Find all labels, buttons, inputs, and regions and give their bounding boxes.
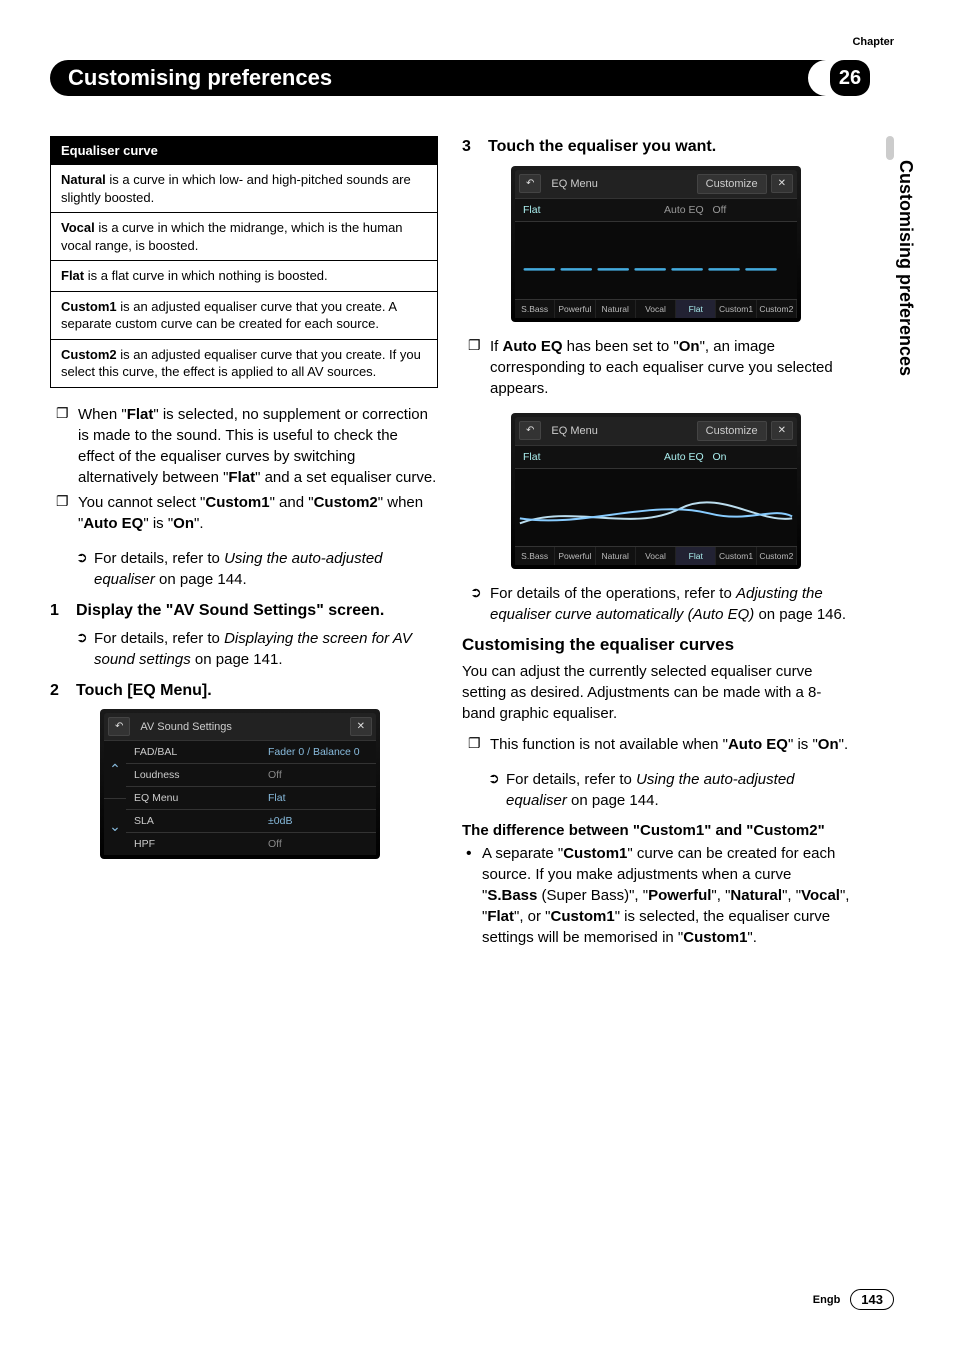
- customize-button[interactable]: Customize: [697, 174, 767, 194]
- eq-tab[interactable]: Flat: [676, 547, 716, 565]
- back-icon[interactable]: ↶: [519, 174, 541, 193]
- footer-language: Engb: [813, 1294, 841, 1306]
- note-auto-eq-on: If Auto EQ has been set to "On", an imag…: [462, 336, 850, 399]
- footer: Engb 143: [813, 1289, 894, 1310]
- eq-tab[interactable]: Vocal: [636, 547, 676, 565]
- sub-heading: The difference between "Custom1" and "Cu…: [462, 821, 850, 841]
- device-title: AV Sound Settings: [134, 721, 345, 733]
- table-row: Flat is a flat curve in which nothing is…: [51, 260, 437, 291]
- list-item[interactable]: HPFOff: [126, 832, 376, 855]
- list-item[interactable]: SLA±0dB: [126, 809, 376, 832]
- customize-button[interactable]: Customize: [697, 421, 767, 441]
- bullet-custom1-explanation: A separate "Custom1" curve can be create…: [462, 843, 850, 948]
- eq-tab[interactable]: Custom2: [757, 547, 797, 565]
- device-title: EQ Menu: [545, 178, 692, 190]
- eq-graph: [515, 468, 797, 546]
- right-column: 3 Touch the equaliser you want. ↶ EQ Men…: [462, 136, 850, 958]
- scroll-up-icon[interactable]: ⌃: [104, 740, 126, 798]
- close-icon[interactable]: ✕: [771, 174, 793, 193]
- list-item[interactable]: EQ MenuFlat: [126, 786, 376, 809]
- auto-eq-toggle[interactable]: Auto EQ Off: [656, 199, 797, 221]
- body-text: You can adjust the currently selected eq…: [462, 661, 850, 724]
- step-2: 2 Touch [EQ Menu].: [50, 680, 438, 702]
- eq-tab[interactable]: Custom1: [716, 547, 756, 565]
- close-icon[interactable]: ✕: [771, 421, 793, 440]
- chapter-number-badge: 26: [830, 60, 870, 96]
- back-icon[interactable]: ↶: [519, 421, 541, 440]
- back-icon[interactable]: ↶: [108, 717, 130, 736]
- note-flat: When "Flat" is selected, no supplement o…: [50, 404, 438, 488]
- auto-eq-toggle[interactable]: Auto EQ On: [656, 446, 797, 468]
- note-custom: You cannot select "Custom1" and "Custom2…: [50, 492, 438, 534]
- list-item[interactable]: LoudnessOff: [126, 763, 376, 786]
- footer-page-number: 143: [850, 1289, 894, 1310]
- device-screenshot-eq-menu-on: ↶ EQ Menu Customize ✕ Flat Auto EQ On S.…: [511, 413, 801, 569]
- reference-link: For details, refer to Using the auto-adj…: [50, 548, 438, 590]
- eq-tab[interactable]: Custom1: [716, 300, 756, 318]
- eq-tab[interactable]: S.Bass: [515, 547, 555, 565]
- page-title: Customising preferences: [68, 65, 362, 91]
- section-heading: Customising the equaliser curves: [462, 635, 850, 655]
- note-function-unavailable: This function is not available when "Aut…: [462, 734, 850, 755]
- side-label: Customising preferences: [895, 160, 916, 376]
- eq-tab[interactable]: Vocal: [636, 300, 676, 318]
- eq-graph: [515, 221, 797, 299]
- close-icon[interactable]: ✕: [350, 717, 372, 736]
- chapter-label: Chapter: [852, 36, 894, 48]
- device-title: EQ Menu: [545, 425, 692, 437]
- step-3: 3 Touch the equaliser you want.: [462, 136, 850, 158]
- preset-label: Flat: [515, 446, 656, 468]
- table-row: Custom2 is an adjusted equaliser curve t…: [51, 339, 437, 387]
- eq-tab[interactable]: Powerful: [555, 300, 595, 318]
- reference-link: For details, refer to Displaying the scr…: [50, 628, 438, 670]
- preset-label: Flat: [515, 199, 656, 221]
- left-column: Equaliser curve Natural is a curve in wh…: [50, 136, 438, 958]
- device-screenshot-eq-menu-off: ↶ EQ Menu Customize ✕ Flat Auto EQ Off: [511, 166, 801, 322]
- eq-tab[interactable]: Flat: [676, 300, 716, 318]
- header-bar: Customising preferences 26: [50, 60, 870, 96]
- eq-tab[interactable]: Custom2: [757, 300, 797, 318]
- scroll-down-icon[interactable]: ⌄: [104, 798, 126, 856]
- reference-link: For details, refer to Using the auto-adj…: [462, 769, 850, 811]
- side-accent-bar: [886, 136, 894, 160]
- reference-link: For details of the operations, refer to …: [462, 583, 850, 625]
- table-row: Custom1 is an adjusted equaliser curve t…: [51, 291, 437, 339]
- device-screenshot-av-sound-settings: ↶ AV Sound Settings ✕ ⌃ ⌄ FAD/BALFader 0…: [100, 709, 380, 859]
- eq-tab[interactable]: Natural: [596, 300, 636, 318]
- eq-tab[interactable]: Powerful: [555, 547, 595, 565]
- eq-tab[interactable]: Natural: [596, 547, 636, 565]
- eq-tab[interactable]: S.Bass: [515, 300, 555, 318]
- table-row: Natural is a curve in which low- and hig…: [51, 164, 437, 212]
- equaliser-curve-table: Equaliser curve Natural is a curve in wh…: [50, 136, 438, 388]
- step-1: 1 Display the "AV Sound Settings" screen…: [50, 600, 438, 622]
- table-header: Equaliser curve: [51, 137, 437, 164]
- list-item[interactable]: FAD/BALFader 0 / Balance 0: [126, 740, 376, 763]
- table-row: Vocal is a curve in which the midrange, …: [51, 212, 437, 260]
